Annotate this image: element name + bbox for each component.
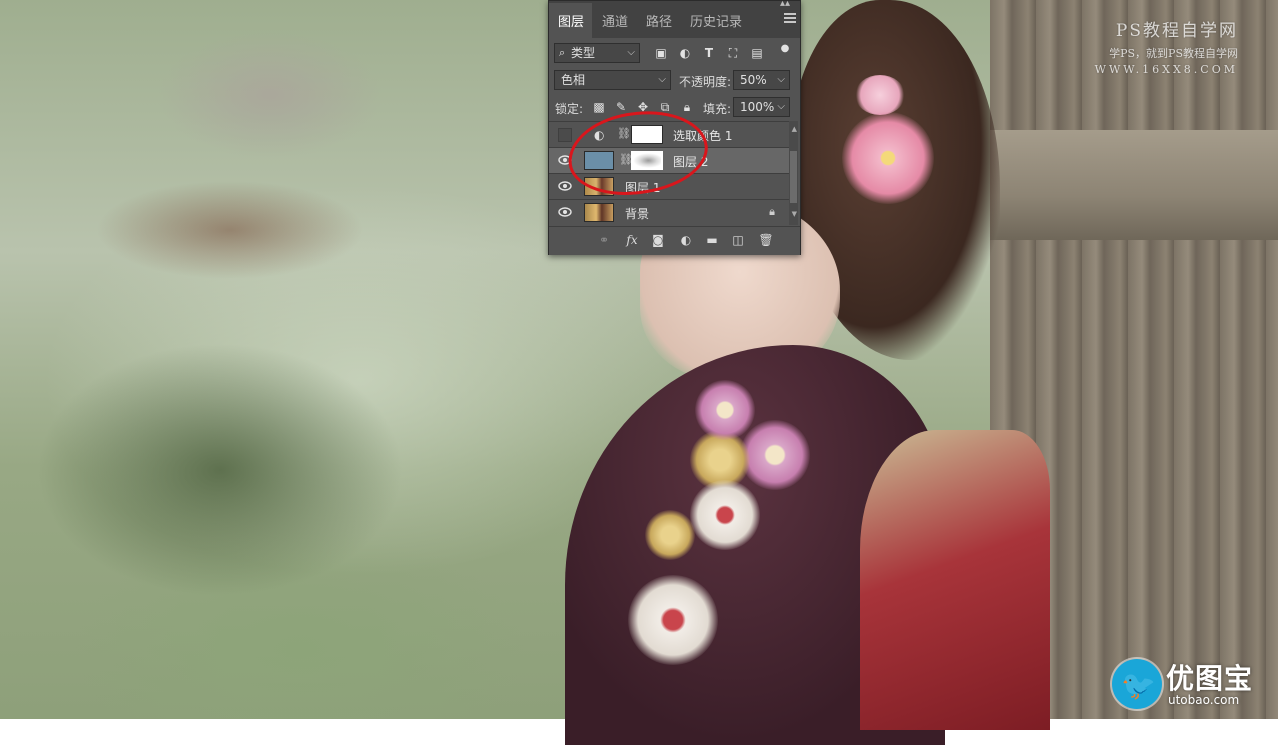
collapse-icon[interactable]: ▴▴ <box>780 0 790 9</box>
eye-icon[interactable] <box>558 206 572 218</box>
fence-rail <box>990 130 1278 240</box>
new-layer-icon[interactable]: ◫ <box>729 232 747 248</box>
tab-channels[interactable]: 通道 <box>602 11 628 30</box>
filter-kind-label: 类型 <box>571 46 596 60</box>
link-layers-icon[interactable]: ⚭ <box>595 232 613 248</box>
opacity-value: 50% <box>740 73 767 87</box>
obi-sash <box>860 430 1050 730</box>
layer-row-background[interactable]: 背景 🔒︎ <box>549 199 789 225</box>
kimono-flower <box>628 575 718 665</box>
chevron-down-icon: ⌵ <box>627 47 635 58</box>
opacity-input[interactable]: 50% ⌵ <box>733 70 790 90</box>
filter-kind-select[interactable]: ⌕ 类型 ⌵ <box>554 43 640 63</box>
kimono-flower <box>695 380 755 440</box>
scroll-up-icon[interactable]: ▲ <box>792 125 797 133</box>
filter-smart-object-icon[interactable]: ▤ <box>749 45 765 61</box>
filter-shape-icon[interactable]: ⛶ <box>725 45 741 61</box>
filter-type-icon[interactable]: T <box>701 45 717 61</box>
search-icon: ⌕ <box>559 46 566 59</box>
visibility-off-toggle[interactable] <box>558 128 572 142</box>
lock-icon: 🔒︎ <box>769 205 775 218</box>
lock-label: 锁定: <box>555 102 584 116</box>
watermark-brand-url: utobao.com <box>1168 693 1240 707</box>
panel-tab-bar: 图层 通道 路径 历史记录 ▴▴ <box>549 0 800 38</box>
blend-mode-value: 色相 <box>561 73 586 87</box>
tab-history[interactable]: 历史记录 <box>690 11 742 30</box>
fill-value: 100% <box>740 100 775 114</box>
chevron-down-icon: ⌵ <box>777 74 785 85</box>
fx-icon[interactable]: fx <box>623 232 641 248</box>
filter-toggle-icon[interactable]: ● <box>777 41 793 57</box>
eye-icon[interactable] <box>558 180 572 192</box>
chevron-down-icon: ⌵ <box>777 101 785 112</box>
fill-label: 填充: <box>703 102 732 116</box>
trash-icon[interactable]: 🗑︎ <box>757 232 775 248</box>
layer-image-thumbnail[interactable] <box>584 203 614 222</box>
scroll-down-icon[interactable]: ▼ <box>792 210 797 218</box>
lock-all-icon[interactable]: 🔒︎ <box>679 99 695 115</box>
filter-pixel-icon[interactable]: ▣ <box>653 45 669 61</box>
fill-input[interactable]: 100% ⌵ <box>733 97 790 117</box>
kimono-flower <box>740 420 810 490</box>
tab-paths[interactable]: 路径 <box>646 11 672 30</box>
hair-ornament-flower <box>842 112 934 204</box>
bird-logo-icon: 🐦 <box>1112 659 1162 709</box>
watermark-brand: 优图宝 <box>1166 662 1254 695</box>
watermark-top-right: PS教程自学网 学PS，就到PS教程自学网 WWW.16XX8.COM <box>1095 16 1238 76</box>
new-group-folder-icon[interactable]: ▬ <box>703 232 721 248</box>
hair-ornament-small <box>855 75 905 115</box>
watermark-bottom-right: 🐦 优图宝 utobao.com <box>1112 657 1272 711</box>
blend-mode-select[interactable]: 色相 ⌵ <box>554 70 671 90</box>
chevron-down-icon: ⌵ <box>658 74 666 85</box>
panel-menu-icon[interactable] <box>784 13 796 23</box>
filter-adjustment-icon[interactable]: ◐ <box>677 45 693 61</box>
opacity-label: 不透明度: <box>679 75 732 89</box>
kimono-flower <box>690 480 760 550</box>
lock-transparent-icon[interactable]: ▩ <box>591 99 607 115</box>
watermark-subtitle: 学PS，就到PS教程自学网 <box>1109 47 1238 60</box>
scrollbar-thumb[interactable] <box>790 151 797 203</box>
add-mask-icon[interactable]: ◙ <box>649 232 667 248</box>
new-adjustment-icon[interactable]: ◐ <box>677 232 695 248</box>
tab-layers[interactable]: 图层 <box>558 11 584 30</box>
panel-footer: ⚭ fx ◙ ◐ ▬ ◫ 🗑︎ <box>549 226 800 255</box>
watermark-title: PS教程自学网 <box>1115 21 1238 41</box>
watermark-url: WWW.16XX8.COM <box>1094 63 1238 76</box>
kimono-flower <box>645 510 695 560</box>
layer-name[interactable]: 背景 <box>625 205 649 222</box>
